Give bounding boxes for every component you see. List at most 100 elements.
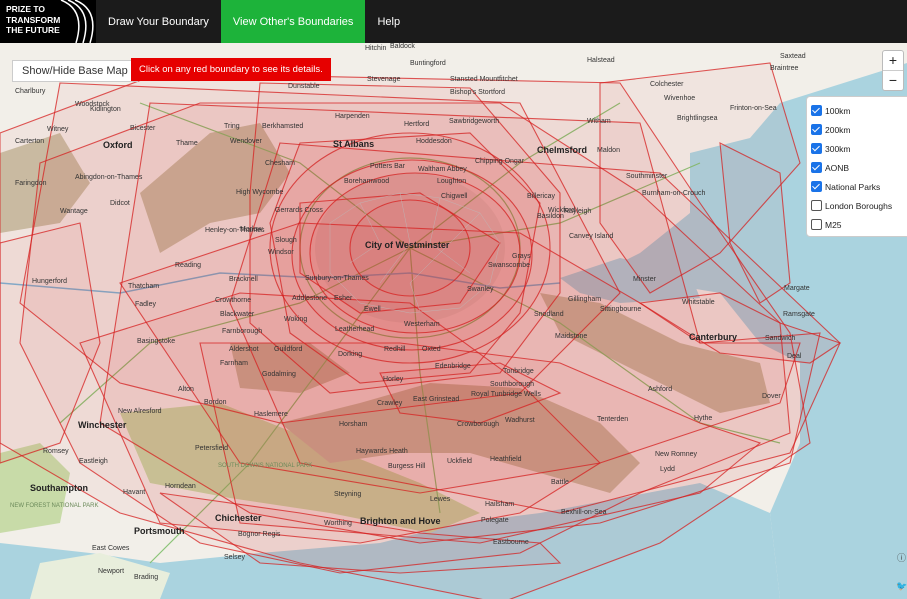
place-label: Farnborough xyxy=(222,328,263,335)
place-label: Havant xyxy=(123,489,146,496)
layer-m25[interactable]: M25 xyxy=(811,215,906,234)
place-label: Bicester xyxy=(130,125,156,132)
nav-view-boundaries[interactable]: View Other's Boundaries xyxy=(220,0,366,43)
place-label: Woking xyxy=(284,316,308,323)
place-label: Royal Tunbridge Wells xyxy=(471,391,541,398)
place-label: Eastbourne xyxy=(493,539,529,546)
place-label: Canterbury xyxy=(689,332,738,342)
layer-aonb[interactable]: AONB xyxy=(811,158,906,177)
place-label: Haywards Heath xyxy=(356,448,408,455)
logo-text: PRIZE TO TRANSFORM THE FUTURE xyxy=(6,4,61,35)
place-label: Basingstoke xyxy=(137,338,176,345)
logo-lines-icon xyxy=(60,0,94,43)
top-navigation-bar: PRIZE TO TRANSFORM THE FUTURE Draw Your … xyxy=(0,0,907,43)
place-label: Grays xyxy=(512,253,531,260)
place-label: Tonbridge xyxy=(503,368,534,375)
checkbox-national-parks[interactable] xyxy=(811,181,822,192)
place-label: Didcot xyxy=(110,200,130,207)
place-label: Portsmouth xyxy=(134,526,185,536)
place-label: Stansted Mountfitchet xyxy=(450,76,518,83)
nav-help[interactable]: Help xyxy=(365,0,412,43)
place-label: Hythe xyxy=(694,415,713,422)
place-label: Maidstone xyxy=(555,333,588,340)
place-label: Swanscombe xyxy=(488,262,531,269)
place-label: Westerham xyxy=(404,321,440,328)
place-label: Blackwater xyxy=(220,311,255,318)
place-label: Addlestone xyxy=(292,295,328,302)
place-label: Gerrards Cross xyxy=(275,207,323,214)
layer-200km[interactable]: 200km xyxy=(811,120,906,139)
checkbox-100km[interactable] xyxy=(811,105,822,116)
place-label: Carterton xyxy=(15,138,45,145)
show-hide-basemap-button[interactable]: Show/Hide Base Map xyxy=(12,60,138,82)
place-label: Sittingbourne xyxy=(600,306,642,313)
checkbox-300km[interactable] xyxy=(811,143,822,154)
place-label: Colchester xyxy=(650,81,684,88)
map-canvas[interactable]: Charlbury Woodstock Kidlington Bicester Witn… xyxy=(0,43,907,599)
place-label: Hungerford xyxy=(32,278,68,285)
place-label: Southampton xyxy=(30,483,88,493)
place-label: Wendover xyxy=(230,138,262,145)
place-label: Battle xyxy=(551,479,569,486)
place-label: Dorking xyxy=(338,351,363,358)
layer-national-parks[interactable]: National Parks xyxy=(811,177,906,196)
zoom-control: + − xyxy=(882,50,904,91)
place-label: Witham xyxy=(587,118,611,125)
place-label: Ashford xyxy=(648,386,673,393)
place-label: Bishop's Stortford xyxy=(450,89,506,96)
place-label: Redhill xyxy=(384,346,406,353)
place-label: SOUTH DOWNS NATIONAL PARK xyxy=(218,463,313,469)
place-label: Witney xyxy=(47,126,69,133)
place-label: Chigwell xyxy=(441,193,468,200)
place-label: Thame xyxy=(176,140,198,147)
place-label: Chipping Ongar xyxy=(475,158,525,165)
place-label: Snodland xyxy=(534,311,564,318)
twitter-icon[interactable]: 🐦 xyxy=(896,581,907,592)
place-label: Borehamwood xyxy=(344,178,390,185)
place-label: Berkhamsted xyxy=(262,123,304,130)
layer-100km[interactable]: 100km xyxy=(811,101,906,120)
place-label: New Alresford xyxy=(118,408,162,415)
place-label: Oxted xyxy=(422,346,441,353)
place-label: Whitstable xyxy=(682,299,715,306)
layer-london-boroughs[interactable]: London Boroughs xyxy=(811,196,906,215)
place-label: Oxford xyxy=(103,140,133,150)
place-label: Minster xyxy=(633,276,656,283)
info-icon[interactable]: ⓘ xyxy=(897,551,906,564)
place-label: St Albans xyxy=(333,139,375,149)
zoom-out-button[interactable]: − xyxy=(883,70,903,90)
layer-300km[interactable]: 300km xyxy=(811,139,906,158)
place-label: Billericay xyxy=(527,193,556,200)
place-label: Bognor Regis xyxy=(238,531,281,538)
place-label: Deal xyxy=(787,353,802,360)
place-label: Stevenage xyxy=(367,76,401,83)
place-label: Uckfield xyxy=(447,458,472,465)
prize-logo[interactable]: PRIZE TO TRANSFORM THE FUTURE xyxy=(0,0,96,43)
place-label: East Cowes xyxy=(92,545,130,552)
place-label: Bracknell xyxy=(229,276,258,283)
zoom-in-button[interactable]: + xyxy=(883,51,903,70)
place-label: Esher xyxy=(334,295,353,302)
place-label: Waltham Abbey xyxy=(418,166,467,173)
checkbox-aonb[interactable] xyxy=(811,162,822,173)
place-label: Aldershot xyxy=(229,346,259,353)
place-label: Lewes xyxy=(430,496,451,503)
place-label: Halstead xyxy=(587,57,615,64)
checkbox-m25[interactable] xyxy=(811,219,822,230)
place-label: New Romney xyxy=(655,451,698,458)
place-label: Crowborough xyxy=(457,421,500,428)
place-label: Kidlington xyxy=(90,106,121,113)
place-label: Faringdon xyxy=(15,180,47,187)
checkbox-200km[interactable] xyxy=(811,124,822,135)
place-label: Harpenden xyxy=(335,113,370,120)
place-label: Winchester xyxy=(78,420,127,430)
nav-draw-boundary[interactable]: Draw Your Boundary xyxy=(96,0,221,43)
place-label: Potters Bar xyxy=(370,163,406,170)
place-label: Petersfield xyxy=(195,445,229,452)
place-label: Newport xyxy=(98,568,125,575)
place-label: Basildon xyxy=(537,213,564,220)
place-label: Slough xyxy=(275,237,297,244)
place-label: Selsey xyxy=(224,554,246,561)
checkbox-london-boroughs[interactable] xyxy=(811,200,822,211)
place-label: Baldock xyxy=(390,43,415,50)
